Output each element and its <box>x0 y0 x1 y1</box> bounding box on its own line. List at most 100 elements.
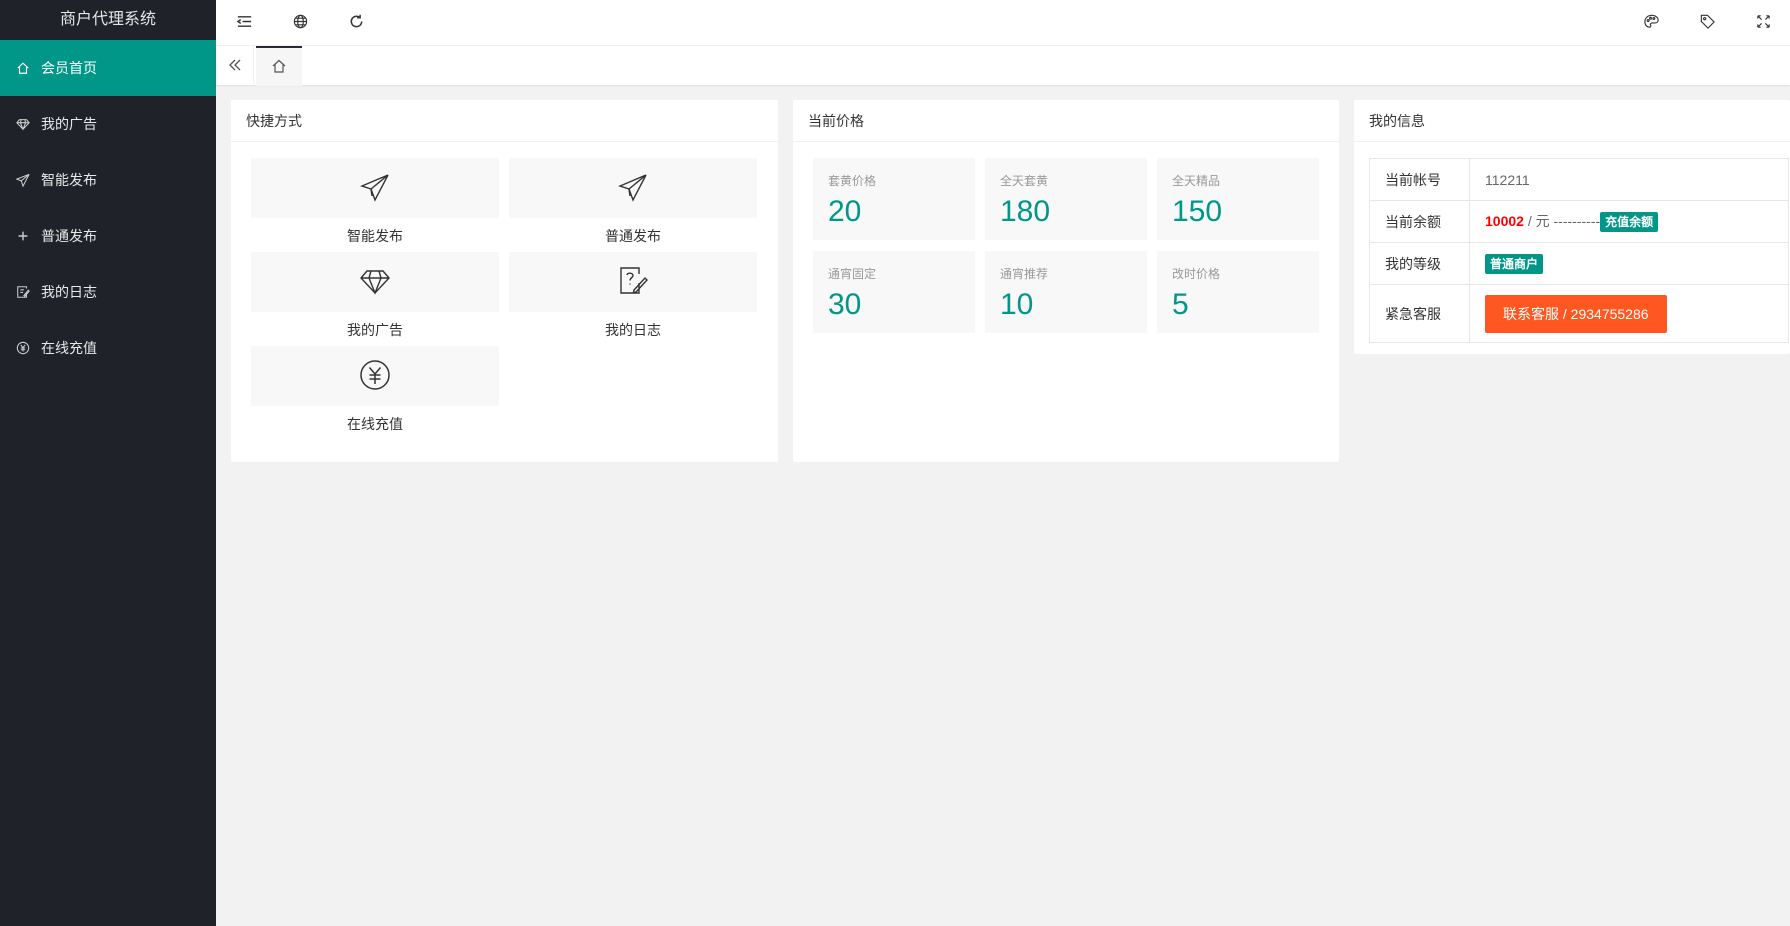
balance-value: 10002 <box>1485 212 1524 229</box>
yen-icon <box>359 359 391 394</box>
diamond-icon <box>359 265 391 300</box>
service-label: 紧急客服 <box>1369 284 1470 343</box>
shortcut-normal-publish[interactable]: 普通发布 <box>509 158 757 246</box>
price-value: 150 <box>1172 195 1223 228</box>
plus-icon <box>16 229 30 243</box>
price-tile: 通宵固定 30 <box>813 251 975 333</box>
price-tile: 全天套黄 180 <box>985 158 1147 240</box>
sidebar-item-normal-publish[interactable]: 普通发布 <box>0 208 216 264</box>
diamond-icon <box>16 117 30 131</box>
shortcuts-card: 快捷方式 智能发布 普通发布 我的广告 我的日志 在线充值 <box>231 100 778 462</box>
level-cell: 普通商户 <box>1469 242 1789 285</box>
shortcut-icon-box <box>251 158 499 218</box>
log-icon <box>16 285 30 299</box>
card-title: 快捷方式 <box>231 100 778 142</box>
shortcut-label: 普通发布 <box>605 228 661 244</box>
price-label: 通宵固定 <box>828 267 877 281</box>
fullscreen-button[interactable] <box>1735 0 1790 45</box>
sidebar-item-online-recharge[interactable]: 在线充值 <box>0 320 216 376</box>
tag-icon <box>1699 13 1716 33</box>
sidebar-item-my-log[interactable]: 我的日志 <box>0 264 216 320</box>
sidebar-item-label: 普通发布 <box>41 228 97 244</box>
level-badge: 普通商户 <box>1485 253 1544 274</box>
price-label: 全天精品 <box>1172 174 1221 188</box>
app-logo-title: 商户代理系统 <box>59 11 156 28</box>
shortcut-smart-publish[interactable]: 智能发布 <box>251 158 499 246</box>
price-tile: 全天精品 150 <box>1157 158 1319 240</box>
shortcut-label: 在线充值 <box>347 416 403 432</box>
info-table: 当前帐号 112211 当前余额 10002 / 元 ---------- 充值余… <box>1369 158 1789 343</box>
price-tile: 改时价格 5 <box>1157 251 1319 333</box>
theme-button[interactable] <box>1623 0 1679 45</box>
account-value: 112211 <box>1469 158 1789 201</box>
fullscreen-icon <box>1755 13 1772 33</box>
card-title: 当前价格 <box>793 100 1339 142</box>
shortcut-label: 我的广告 <box>347 322 403 338</box>
shortcut-icon-box <box>509 158 757 218</box>
globe-icon <box>292 13 309 33</box>
shortcut-label: 智能发布 <box>347 228 403 244</box>
sidebar-item-label: 会员首页 <box>41 60 97 76</box>
page-tabs <box>216 45 1790 86</box>
menu-shrink-button[interactable] <box>216 0 272 45</box>
balance-label: 当前余额 <box>1369 200 1470 243</box>
price-value: 20 <box>828 195 862 228</box>
shortcut-my-ads[interactable]: 我的广告 <box>251 252 499 340</box>
service-cell: 联系客服 / 2934755286 <box>1469 284 1789 343</box>
home-icon <box>16 61 30 75</box>
note-button[interactable] <box>1679 0 1735 45</box>
recharge-badge[interactable]: 充值余额 <box>1600 212 1659 233</box>
sidebar-item-label: 在线充值 <box>41 340 97 356</box>
table-row: 我的等级 普通商户 <box>1369 242 1789 285</box>
price-value: 30 <box>828 288 862 321</box>
palette-icon <box>1643 13 1660 33</box>
yen-icon <box>16 341 30 355</box>
sidebar-item-member-home[interactable]: 会员首页 <box>0 40 216 96</box>
sidebar-item-my-ads[interactable]: 我的广告 <box>0 96 216 152</box>
sidebar-item-smart-publish[interactable]: 智能发布 <box>0 152 216 208</box>
price-value: 10 <box>1000 288 1034 321</box>
table-row: 紧急客服 联系客服 / 2934755286 <box>1369 284 1789 343</box>
balance-cell: 10002 / 元 ---------- 充值余额 <box>1469 200 1789 243</box>
sidebar: 商户代理系统 会员首页 我的广告 智能发布 普通发布 我的日志 在线充值 <box>0 0 216 926</box>
shortcut-icon-box <box>251 252 499 312</box>
card-title: 我的信息 <box>1354 100 1790 142</box>
level-label: 我的等级 <box>1369 242 1470 285</box>
sidebar-item-label: 我的日志 <box>41 284 97 300</box>
paper-plane-icon <box>617 171 649 206</box>
shortcut-icon-box <box>509 252 757 312</box>
account-label: 当前帐号 <box>1369 158 1470 201</box>
balance-unit: / 元 ---------- <box>1523 212 1601 229</box>
refresh-icon <box>348 13 365 33</box>
refresh-button[interactable] <box>328 0 384 45</box>
prices-card: 当前价格 套黄价格 20 全天套黄 180 全天精品 150 通宵固定 30 通… <box>793 100 1339 462</box>
price-label: 通宵推荐 <box>1000 267 1049 281</box>
log-icon <box>617 265 649 300</box>
price-tile: 套黄价格 20 <box>813 158 975 240</box>
table-row: 当前帐号 112211 <box>1369 158 1789 201</box>
price-tile: 通宵推荐 10 <box>985 251 1147 333</box>
shortcut-my-log[interactable]: 我的日志 <box>509 252 757 340</box>
shortcut-icon-box <box>251 346 499 406</box>
home-icon <box>271 58 287 77</box>
website-button[interactable] <box>272 0 328 45</box>
shortcut-online-recharge[interactable]: 在线充值 <box>251 346 499 434</box>
price-label: 全天套黄 <box>1000 174 1049 188</box>
contact-service-button[interactable]: 联系客服 / 2934755286 <box>1485 294 1667 333</box>
paper-plane-icon <box>359 171 391 206</box>
shortcut-label: 我的日志 <box>605 322 661 338</box>
price-label: 改时价格 <box>1172 267 1221 281</box>
table-row: 当前余额 10002 / 元 ---------- 充值余额 <box>1369 200 1789 243</box>
top-header <box>216 0 1790 45</box>
sidebar-item-label: 智能发布 <box>41 172 97 188</box>
tab-home[interactable] <box>256 46 302 86</box>
price-value: 180 <box>1000 195 1051 228</box>
price-value: 5 <box>1172 288 1189 321</box>
price-label: 套黄价格 <box>828 174 877 188</box>
double-chevron-left-icon <box>227 57 243 76</box>
sidebar-item-label: 我的广告 <box>41 116 97 132</box>
menu-shrink-icon <box>236 13 253 33</box>
paper-plane-icon <box>16 173 30 187</box>
tabs-scroll-left-button[interactable] <box>216 46 254 86</box>
my-info-card: 我的信息 当前帐号 112211 当前余额 10002 / 元 --------… <box>1354 100 1790 354</box>
